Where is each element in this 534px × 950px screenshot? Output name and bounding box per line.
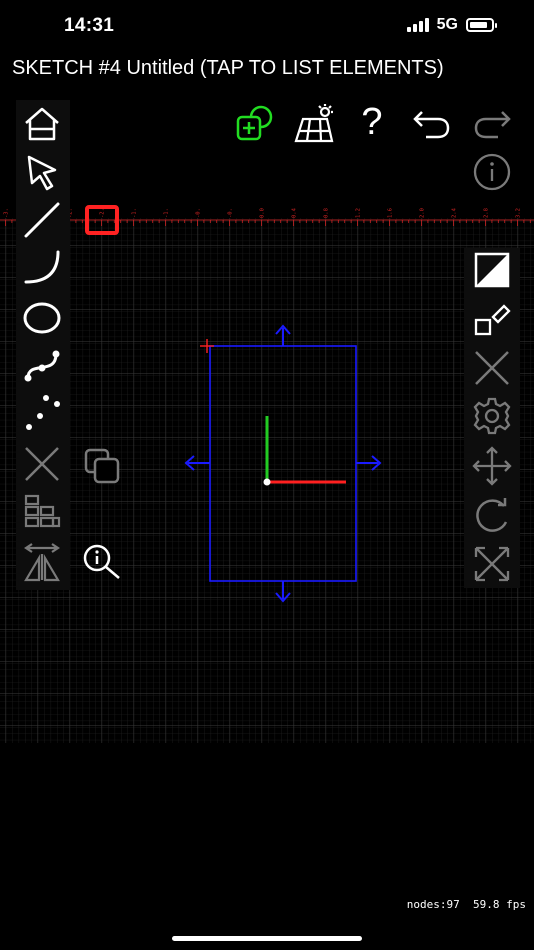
ruler-label: 0.00 [260,208,266,218]
arc-tool-icon [24,250,60,284]
line-tool-button[interactable] [20,198,64,242]
ruler-label: -0.80 [196,208,202,218]
mirror-icon [24,543,60,582]
select-button[interactable] [20,150,64,194]
inspect-info-icon [83,544,120,579]
ruler-label: 2.00 [420,208,426,218]
origin-point [263,478,271,486]
ruler-label: 1.60 [388,208,394,218]
copy-icon [84,448,120,484]
spline-tool-icon [24,350,60,382]
battery-level [470,22,487,28]
ruler-label: -0.40 [228,208,234,218]
redo-button[interactable] [470,102,514,146]
ruler-label: 0.80 [324,208,330,218]
status-time: 14:31 [64,15,115,36]
ruler-label: -1.60 [132,208,138,218]
spline-tool-button[interactable] [20,344,64,388]
solar-panel-icon [294,104,334,143]
help-button[interactable]: ? [350,100,394,144]
ruler-label: -1.20 [164,208,170,218]
points-tool-button[interactable] [20,392,64,436]
home-indicator[interactable] [172,936,362,941]
performance-stats: nodes:97 59.8 fps [406,898,526,911]
delete-x-icon [25,447,59,481]
scale-button[interactable] [470,542,514,586]
settings-button[interactable] [470,394,514,438]
fill-toggle-button[interactable] [470,248,514,292]
undo-button[interactable] [410,102,454,146]
ruler-label: 2.80 [484,208,490,218]
solar-button[interactable] [292,102,336,146]
arc-tool-button[interactable] [20,246,64,290]
info-icon [473,153,511,191]
ruler-label: 1.20 [356,208,362,218]
rotate-button[interactable] [470,494,514,538]
network-label: 5G [436,16,458,33]
sketch-title[interactable]: SKETCH #4 Untitled (TAP TO LIST ELEMENTS… [12,57,444,80]
home-button[interactable] [20,102,64,146]
gear-icon [473,397,511,435]
duplicate-button[interactable] [80,444,124,488]
rotate-icon [476,498,508,532]
delete-button[interactable] [20,442,64,486]
ruler-label: 0.40 [292,208,298,218]
home-icon [25,107,59,141]
status-indicators: 5G [406,16,497,34]
signal-icon [406,18,429,32]
redo-icon [474,111,511,139]
ruler-label: -3.20 [4,208,10,218]
status-bar: 14:31 5G [0,0,534,54]
inspect-button[interactable] [80,540,124,584]
edit-shape-button[interactable] [470,298,514,342]
ellipse-tool-icon [23,302,61,334]
add-shape-button[interactable] [232,102,276,146]
ellipse-tool-button[interactable] [20,296,64,340]
blocks-icon [24,494,61,528]
move-button[interactable] [470,444,514,488]
rectangle-tool-button[interactable] [80,198,124,242]
undo-icon [413,111,450,139]
move-icon [472,446,512,486]
rectangle-tool-icon [85,205,119,235]
select-pointer-icon [27,155,57,191]
mirror-button[interactable] [20,540,64,584]
add-shape-icon [236,105,273,141]
fill-toggle-icon [474,252,510,288]
edit-shape-icon [474,304,511,336]
battery-icon [466,18,497,32]
close-x-icon [475,351,509,385]
info-button[interactable] [470,150,514,194]
ruler-label: 2.40 [452,208,458,218]
scale-icon [474,546,510,582]
blocks-button[interactable] [20,490,64,534]
points-tool-icon [26,395,60,430]
ruler-label: 3.20 [516,208,522,218]
line-tool-icon [24,202,60,238]
close-button[interactable] [470,346,514,390]
